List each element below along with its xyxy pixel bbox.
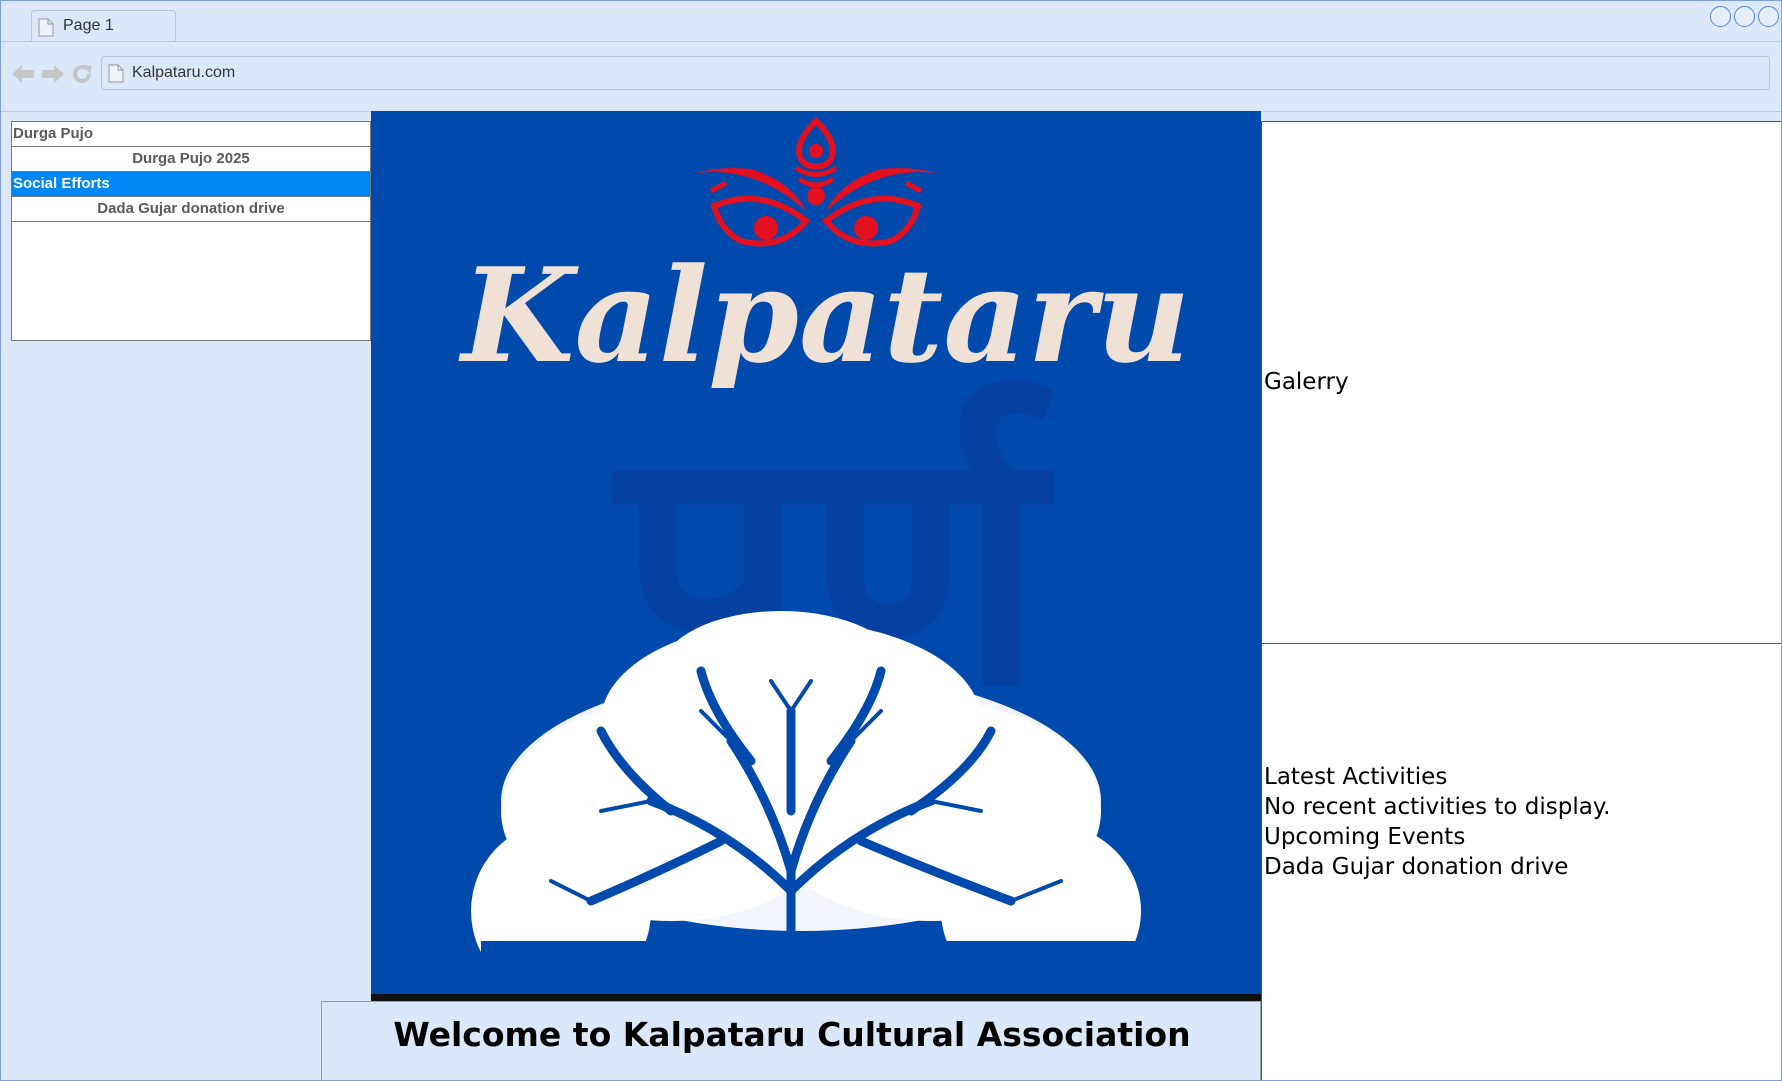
close-button[interactable] bbox=[1758, 6, 1779, 27]
tab-title: Page 1 bbox=[63, 17, 114, 34]
page-icon bbox=[108, 64, 124, 88]
nav-menu: Durga Pujo Durga Pujo 2025 Social Effort… bbox=[11, 121, 371, 341]
nav-item-durga-pujo-2025[interactable]: Durga Pujo 2025 bbox=[12, 147, 370, 172]
activities-panel: Latest Activities No recent activities t… bbox=[1261, 643, 1781, 1080]
upcoming-event-item[interactable]: Dada Gujar donation drive bbox=[1264, 852, 1611, 882]
window-controls bbox=[1707, 6, 1779, 27]
gallery-panel: Galerry bbox=[1261, 121, 1781, 644]
nav-item-dada-gujar-donation-drive[interactable]: Dada Gujar donation drive bbox=[12, 197, 370, 222]
tab-bar: Page 1 bbox=[1, 1, 1781, 42]
upcoming-events-title: Upcoming Events bbox=[1264, 824, 1466, 850]
url-input[interactable] bbox=[132, 61, 1752, 85]
address-bar bbox=[1, 42, 1781, 112]
minimize-button[interactable] bbox=[1710, 6, 1731, 27]
nav-category-social-efforts[interactable]: Social Efforts bbox=[12, 172, 370, 197]
page-icon bbox=[38, 18, 54, 42]
maximize-button[interactable] bbox=[1734, 6, 1755, 27]
browser-window: Page 1 Kalpataru.com Durga Pujo Durga Pu… bbox=[0, 0, 1782, 1081]
logo-text: Kalpataru bbox=[457, 239, 1190, 392]
activities-content: Latest Activities No recent activities t… bbox=[1264, 762, 1611, 882]
gallery-title[interactable]: Galerry bbox=[1264, 369, 1349, 395]
hero-image: पर्ण Kalpataru bbox=[371, 111, 1261, 1001]
latest-activities-title: Latest Activities bbox=[1264, 764, 1448, 790]
reload-icon[interactable] bbox=[71, 63, 93, 90]
welcome-heading: Welcome to Kalpataru Cultural Associatio… bbox=[393, 1015, 1191, 1054]
tab-page-1[interactable]: Page 1 bbox=[31, 10, 176, 41]
arrow-left-icon[interactable] bbox=[11, 63, 35, 90]
latest-activities-empty: No recent activities to display. bbox=[1264, 794, 1611, 820]
nav-category-durga-pujo[interactable]: Durga Pujo bbox=[12, 122, 370, 147]
hero-divider bbox=[371, 994, 1261, 1001]
welcome-banner: Welcome to Kalpataru Cultural Associatio… bbox=[321, 1001, 1261, 1080]
url-bar[interactable] bbox=[101, 56, 1770, 90]
arrow-right-icon[interactable] bbox=[41, 63, 65, 90]
kalpataru-logo-graphic: पर्ण Kalpataru bbox=[371, 111, 1261, 1001]
